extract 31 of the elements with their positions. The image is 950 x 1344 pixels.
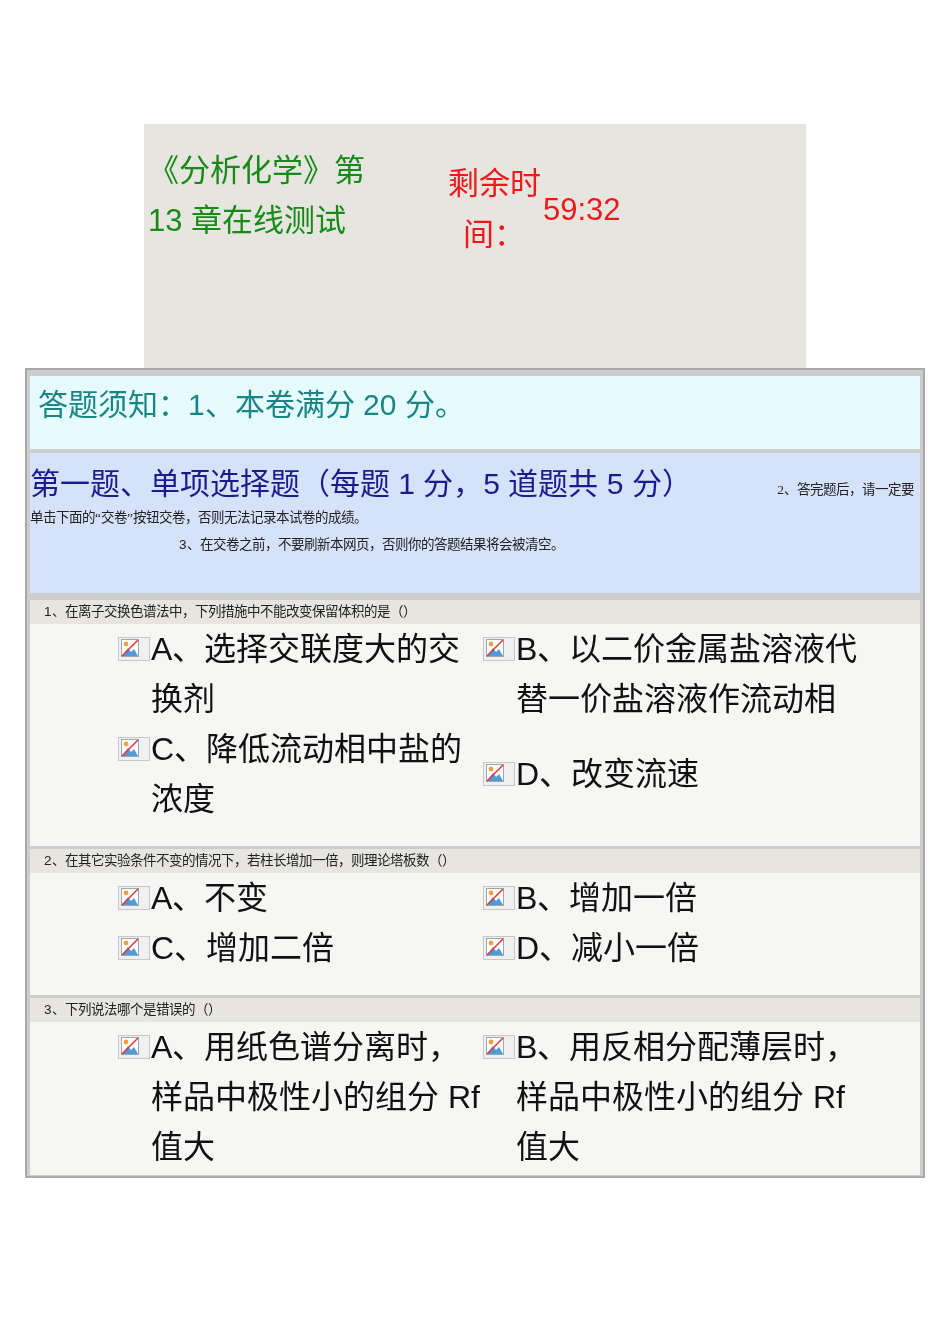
option-text: C、增加二倍 (151, 929, 335, 968)
broken-image-icon (483, 936, 515, 960)
broken-image-icon (118, 1035, 150, 1059)
timer-label: 剩余时间： (446, 165, 542, 254)
question-prompt: 3、下列说法哪个是错误的（） (30, 998, 920, 1022)
option-text: D、改变流速 (516, 755, 700, 794)
option-text: A、不变 (151, 879, 269, 918)
option-text: C、降低流动相中盐的浓度 (151, 730, 464, 819)
option-text: B、用反相分配薄层时，样品中极性小的组分 Rf 值大 (516, 1028, 859, 1167)
broken-image-icon (483, 1035, 515, 1059)
broken-image-icon (118, 637, 150, 661)
broken-image-icon (483, 886, 515, 910)
section-heading: 第一题、单项选择题（每题 1 分，5 道题共 5 分） (30, 466, 692, 502)
quiz-title: 《分析化学》第 13 章在线测试 (148, 152, 366, 240)
broken-image-icon (118, 886, 150, 910)
broken-image-icon (118, 737, 150, 761)
note-text: 3、在交卷之前，不要刷新本网页，否则你的答题结果将会被清空。 (179, 536, 564, 554)
note-text: 单击下面的“交卷”按钮交卷，否则无法记录本试卷的成绩。 (30, 509, 367, 527)
question-prompt: 2、在其它实验条件不变的情况下，若柱长增加一倍，则理论塔板数（） (30, 849, 920, 873)
broken-image-icon (483, 637, 515, 661)
option-text: B、以二价金属盐溶液代替一价盐溶液作流动相 (516, 630, 859, 719)
notice-text: 答题须知：1、本卷满分 20 分。 (38, 388, 465, 421)
option-text: A、选择交联度大的交换剂 (151, 630, 462, 719)
option-text: A、用纸色谱分离时，样品中极性小的组分 Rf 值大 (151, 1028, 481, 1167)
note-text: 2、答完题后，请一定要 (777, 481, 914, 499)
option-text: B、增加一倍 (516, 879, 698, 918)
timer-value: 59:32 (543, 191, 621, 229)
option-text: D、减小一倍 (516, 929, 700, 968)
broken-image-icon (483, 762, 515, 786)
broken-image-icon (118, 936, 150, 960)
question-prompt: 1、在离子交换色谱法中，下列措施中不能改变保留体积的是（） (30, 600, 920, 624)
